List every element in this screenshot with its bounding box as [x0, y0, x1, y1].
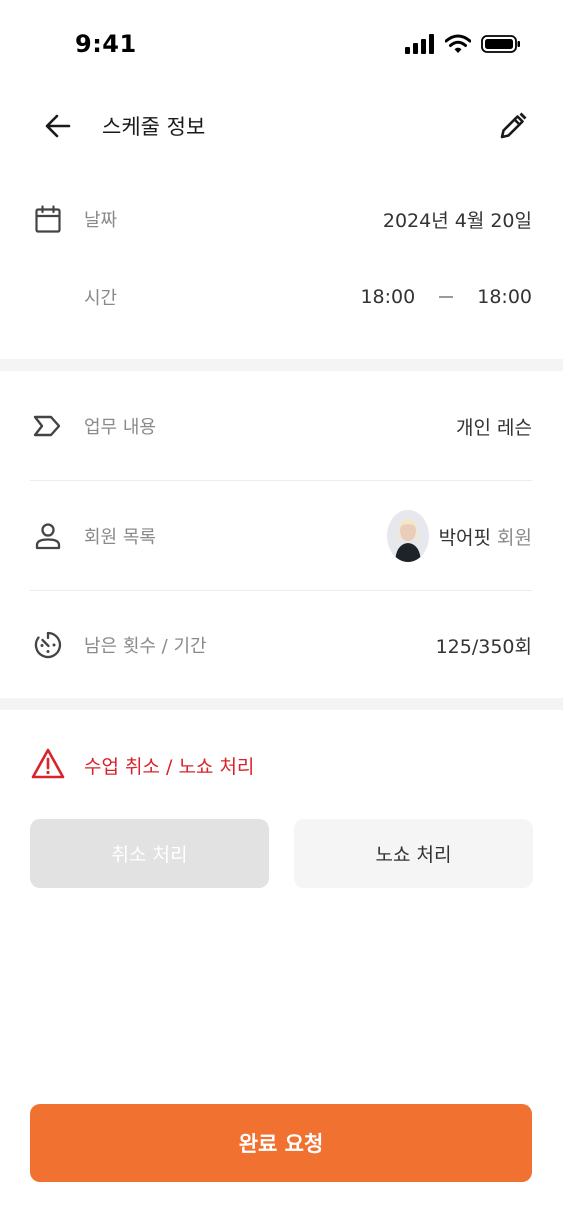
time-range[interactable]: 18:00 18:00	[360, 286, 532, 308]
remaining-value: 125/350회	[435, 635, 532, 658]
page-title: 스케줄 정보	[102, 115, 206, 139]
time-start[interactable]: 18:00	[360, 286, 415, 308]
tag-icon	[30, 408, 66, 444]
remaining-label: 남은 횟수 / 기간	[84, 636, 207, 657]
edit-button[interactable]	[493, 106, 533, 146]
section-divider	[0, 359, 563, 371]
timer-icon	[30, 627, 66, 663]
task-row: 업무 내용 개인 레슨	[30, 396, 532, 456]
row-divider	[30, 480, 532, 481]
warning-icon	[30, 747, 66, 785]
member-name: 박어핏	[438, 526, 492, 549]
time-separator	[439, 296, 454, 298]
signal-icon	[405, 34, 434, 54]
pencil-icon	[500, 112, 527, 139]
date-row: 날짜 2024년 4월 20일	[30, 189, 532, 249]
time-row: 시간 18:00 18:00	[30, 267, 532, 327]
member-label: 회원 목록	[84, 527, 156, 548]
date-label: 날짜	[84, 210, 118, 231]
cancel-button[interactable]: 취소 처리	[30, 819, 269, 888]
noshow-button[interactable]: 노쇼 처리	[294, 819, 533, 888]
time-end[interactable]: 18:00	[477, 286, 532, 308]
section-divider	[0, 698, 563, 710]
task-value: 개인 레슨	[456, 416, 532, 439]
status-time: 9:41	[75, 30, 137, 58]
member-chip[interactable]: 박어핏 회원	[386, 510, 532, 562]
remaining-row: 남은 횟수 / 기간 125/350회	[30, 615, 532, 675]
battery-icon	[481, 35, 520, 53]
complete-request-button[interactable]: 완료 요청	[30, 1104, 532, 1182]
back-arrow-icon	[45, 114, 71, 138]
avatar	[386, 510, 429, 562]
member-row: 회원 목록 박어핏 회원	[30, 506, 532, 566]
task-label: 업무 내용	[84, 417, 156, 438]
wifi-icon	[445, 34, 471, 53]
person-icon	[30, 518, 66, 554]
status-bar: 9:41	[0, 0, 563, 88]
member-suffix: 회원	[497, 526, 532, 549]
date-value[interactable]: 2024년 4월 20일	[383, 206, 532, 233]
status-icons	[405, 34, 521, 54]
cancel-section-title: 수업 취소 / 노쇼 처리	[84, 756, 255, 778]
app-header: 스케줄 정보	[0, 98, 563, 154]
back-button[interactable]	[38, 106, 78, 146]
row-divider	[30, 590, 532, 591]
calendar-icon	[30, 201, 66, 237]
time-label: 시간	[84, 288, 118, 309]
